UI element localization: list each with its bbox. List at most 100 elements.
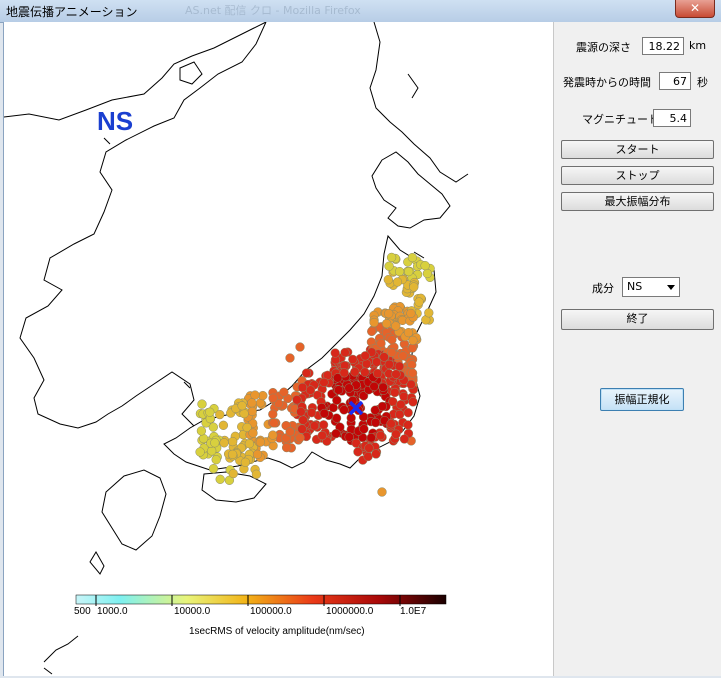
station-marker <box>219 438 229 448</box>
station-marker <box>370 417 381 428</box>
station-marker <box>301 368 312 378</box>
station-marker <box>211 455 221 465</box>
stop-button[interactable]: ストップ <box>561 166 714 185</box>
start-button[interactable]: スタート <box>561 140 714 159</box>
station-marker <box>292 395 302 405</box>
map-area: 500 1000.0 10000.0 100000.0 1000000.0 1.… <box>4 22 553 676</box>
station-marker <box>360 351 370 361</box>
station-marker <box>377 487 387 497</box>
component-select-value: NS <box>627 280 643 293</box>
station-marker <box>250 390 260 400</box>
station-marker <box>379 352 389 362</box>
colorbar-tick-label: 1.0E7 <box>400 606 427 617</box>
station-marker <box>403 408 413 418</box>
component-overlay-label: NS <box>97 106 134 136</box>
station-marker <box>420 260 430 271</box>
station-marker <box>244 439 255 449</box>
station-marker <box>403 327 414 338</box>
station-marker <box>350 367 360 377</box>
station-marker <box>228 468 238 479</box>
station-marker <box>384 308 394 319</box>
station-marker <box>386 252 397 263</box>
station-marker <box>218 420 229 430</box>
magnitude-label: マグニチュード <box>582 113 659 126</box>
station-marker <box>391 369 401 379</box>
station-marker <box>295 433 305 443</box>
station-marker <box>333 385 344 395</box>
background-window-title: AS.net 配信 クロ - Mozilla Firefox <box>185 4 361 17</box>
station-marker <box>339 368 349 378</box>
station-marker <box>296 407 306 417</box>
station-marker <box>376 338 386 349</box>
station-marker <box>377 401 388 412</box>
station-marker <box>398 351 408 361</box>
station-marker <box>332 395 342 405</box>
close-button[interactable]: ✕ <box>675 0 715 18</box>
station-marker <box>318 420 329 430</box>
station-marker <box>268 430 278 440</box>
station-marker <box>215 474 225 484</box>
normalize-amplitude-button[interactable]: 振幅正規化 <box>600 388 684 411</box>
station-marker <box>344 383 354 393</box>
station-marker <box>239 408 249 419</box>
station-marker <box>408 335 418 346</box>
depth-unit: km <box>689 39 707 52</box>
station-markers <box>195 252 435 497</box>
station-marker <box>331 413 342 423</box>
station-marker <box>269 418 279 428</box>
station-marker <box>240 457 251 467</box>
station-marker <box>285 427 295 437</box>
station-marker <box>255 437 266 447</box>
colorbar: 500 1000.0 10000.0 100000.0 1000000.0 1.… <box>74 594 447 617</box>
station-marker <box>210 438 220 448</box>
station-marker <box>360 367 370 377</box>
station-marker <box>196 426 207 436</box>
station-marker <box>408 397 418 407</box>
station-marker <box>228 436 238 447</box>
colorbar-tick-label: 10000.0 <box>174 606 211 617</box>
component-select[interactable]: NS <box>622 277 680 297</box>
station-marker <box>208 464 219 474</box>
station-marker <box>396 399 406 410</box>
window-title: 地震伝播アニメーション <box>6 5 138 19</box>
station-marker <box>281 442 292 453</box>
station-marker <box>378 382 388 392</box>
station-marker <box>384 261 394 271</box>
station-marker <box>371 449 381 459</box>
elapsed-time-label: 発震時からの時間 <box>563 76 651 89</box>
station-marker <box>248 428 258 438</box>
colorbar-tick-label: 100000.0 <box>250 606 292 617</box>
coastline-asia <box>4 22 267 429</box>
station-marker <box>317 430 327 441</box>
station-marker <box>364 443 374 453</box>
colorbar-tick-label: 1000.0 <box>97 606 128 617</box>
station-marker <box>395 409 405 420</box>
station-marker <box>331 428 341 439</box>
depth-label: 震源の深さ <box>576 41 631 54</box>
station-marker <box>372 368 383 379</box>
station-marker <box>215 409 225 420</box>
station-marker <box>387 347 397 358</box>
station-marker <box>306 408 317 418</box>
station-marker <box>195 447 205 457</box>
station-marker <box>297 382 308 393</box>
station-marker <box>353 447 363 457</box>
station-marker <box>305 385 316 395</box>
magnitude-field[interactable]: 5.4 <box>653 109 691 127</box>
station-marker <box>309 421 320 431</box>
station-marker <box>369 317 379 328</box>
station-marker <box>369 381 379 392</box>
coastline-hokkaido <box>371 151 451 229</box>
control-panel: 震源の深さ 18.22 km 発震時からの時間 67 秒 マグニチュード 5.4… <box>553 22 721 676</box>
station-marker <box>392 277 403 287</box>
elapsed-time-field[interactable]: 67 <box>659 72 691 90</box>
station-marker <box>386 419 396 429</box>
station-marker <box>298 415 308 425</box>
max-amplitude-button[interactable]: 最大振幅分布 <box>561 192 714 211</box>
exit-button[interactable]: 終了 <box>561 309 714 330</box>
station-marker <box>422 268 433 279</box>
station-marker <box>237 401 247 411</box>
depth-field[interactable]: 18.22 <box>642 37 684 55</box>
station-marker <box>319 408 329 419</box>
station-marker <box>414 297 424 307</box>
